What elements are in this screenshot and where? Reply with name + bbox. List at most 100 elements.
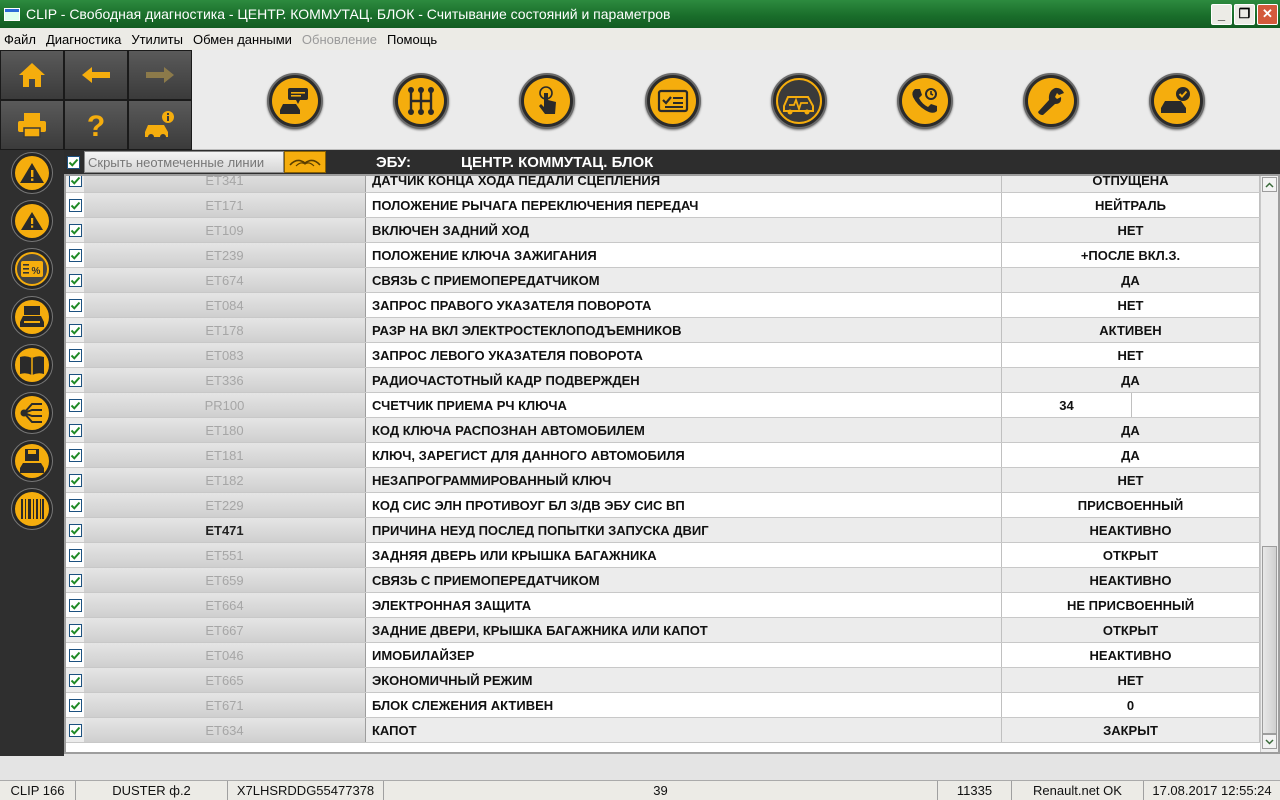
menu-item-0[interactable]: Файл (0, 32, 40, 47)
row-checkbox[interactable] (68, 176, 82, 187)
table-row[interactable]: ET659 СВЯЗЬ С ПРИЕМОПЕРЕДАТЧИКОМ НЕАКТИВНО (66, 568, 1262, 593)
row-checkbox[interactable] (68, 273, 82, 287)
sidebar-vehicle-save-button[interactable] (11, 440, 53, 482)
sidebar-network-button[interactable] (11, 392, 53, 434)
table-row[interactable]: PR100 СЧЕТЧИК ПРИЕМА РЧ КЛЮЧА 34 (66, 393, 1262, 418)
checklist-icon (650, 78, 696, 124)
app-window-icon (4, 7, 20, 21)
vehicle-check-button[interactable] (1149, 73, 1205, 129)
main-panel: Скрыть неотмеченные линии ЭБУ: ЦЕНТР. КО… (64, 150, 1280, 756)
vertical-scrollbar[interactable] (1260, 176, 1278, 752)
help-button[interactable]: ? (64, 100, 128, 150)
forward-button[interactable] (128, 50, 192, 100)
table-row[interactable]: ET664 ЭЛЕКТРОННАЯ ЗАЩИТА НЕ ПРИСВОЕННЫЙ (66, 593, 1262, 618)
vehicle-chat-button[interactable] (267, 73, 323, 129)
row-checkbox[interactable] (68, 248, 82, 262)
row-checkbox[interactable] (68, 398, 82, 412)
minimize-button[interactable]: _ (1211, 3, 1232, 25)
table-row[interactable]: ET084 ЗАПРОС ПРАВОГО УКАЗАТЕЛЯ ПОВОРОТА НЕ… (66, 293, 1262, 318)
row-parameter-name: ЗАПРОС ЛЕВОГО УКАЗАТЕЛЯ ПОВОРОТА (366, 343, 1002, 367)
table-row[interactable]: ET667 ЗАДНИЕ ДВЕРИ, КРЫШКА БАГАЖНИКА ИЛИ … (66, 618, 1262, 643)
table-row[interactable]: ET665 ЭКОНОМИЧНЫЙ РЕЖИМ НЕТ (66, 668, 1262, 693)
row-code: ET659 (84, 568, 366, 592)
table-row[interactable]: ET229 КОД СИС ЭЛН ПРОТИВОУГ БЛ З/ДВ ЭБУ С… (66, 493, 1262, 518)
checkmark-icon (70, 526, 80, 535)
row-parameter-name: СВЯЗЬ С ПРИЕМОПЕРЕДАТЧИКОМ (366, 568, 1002, 592)
row-checkbox[interactable] (68, 548, 82, 562)
wrench-button[interactable] (1023, 73, 1079, 129)
row-checkbox[interactable] (68, 223, 82, 237)
sidebar-manual-book-button[interactable] (11, 344, 53, 386)
table-row[interactable]: ET551 ЗАДНЯЯ ДВЕРЬ ИЛИ КРЫШКА БАГАЖНИКА ОТ… (66, 543, 1262, 568)
row-checkbox[interactable] (68, 573, 82, 587)
table-row[interactable]: ET182 НЕЗАПРОГРАММИРОВАННЫЙ КЛЮЧ НЕТ (66, 468, 1262, 493)
sidebar-warning-small-button[interactable] (11, 200, 53, 242)
table-row[interactable]: ET109 ВКЛЮЧЕН ЗАДНИЙ ХОД НЕТ (66, 218, 1262, 243)
table-row[interactable]: ET171 ПОЛОЖЕНИЕ РЫЧАГА ПЕРЕКЛЮЧЕНИЯ ПЕРЕД… (66, 193, 1262, 218)
row-parameter-name: СВЯЗЬ С ПРИЕМОПЕРЕДАТЧИКОМ (366, 268, 1002, 292)
menu-item-5[interactable]: Помощь (383, 32, 441, 47)
back-button[interactable] (64, 50, 128, 100)
sidebar-barcode-button[interactable] (11, 488, 53, 530)
back-arrow-icon (82, 67, 110, 83)
row-checkbox[interactable] (68, 323, 82, 337)
row-checkbox[interactable] (68, 423, 82, 437)
table-row[interactable]: ET671 БЛОК СЛЕЖЕНИЯ АКТИВЕН 0 (66, 693, 1262, 718)
table-row[interactable]: ET336 РАДИОЧАСТОТНЫЙ КАДР ПОДВЕРЖДЕН ДА (66, 368, 1262, 393)
row-checkbox[interactable] (68, 473, 82, 487)
row-code: ET667 (84, 618, 366, 642)
table-row[interactable]: ET471 ПРИЧИНА НЕУД ПОСЛЕД ПОПЫТКИ ЗАПУСКА… (66, 518, 1262, 543)
checkmark-icon (70, 176, 80, 185)
toolbar-nav-grid: ? (0, 50, 192, 150)
table-row[interactable]: ET180 КОД КЛЮЧА РАСПОЗНАН АВТОМОБИЛЕМ ДА (66, 418, 1262, 443)
checklist-button[interactable] (645, 73, 701, 129)
row-checkbox[interactable] (68, 648, 82, 662)
gearbox-button[interactable] (393, 73, 449, 129)
table-row[interactable]: ET674 СВЯЗЬ С ПРИЕМОПЕРЕДАТЧИКОМ ДА (66, 268, 1262, 293)
row-checkbox[interactable] (68, 498, 82, 512)
home-button[interactable] (0, 50, 64, 100)
print-button[interactable] (0, 100, 64, 150)
table-row[interactable]: ET634 КАПОТ ЗАКРЫТ (66, 718, 1262, 743)
row-checkbox[interactable] (68, 623, 82, 637)
row-checkbox[interactable] (68, 298, 82, 312)
hide-unchecked-lines-button[interactable]: Скрыть неотмеченные линии (84, 151, 284, 173)
close-button[interactable]: ✕ (1257, 3, 1278, 25)
row-checkbox-cell (66, 393, 84, 417)
hide-unchecked-checkbox[interactable] (67, 155, 80, 169)
table-row[interactable]: ET178 РАЗР НА ВКЛ ЭЛЕКТРОСТЕКЛОПОДЪЕМНИКО… (66, 318, 1262, 343)
scroll-up-button[interactable] (1262, 177, 1277, 192)
table-row[interactable]: ET083 ЗАПРОС ЛЕВОГО УКАЗАТЕЛЯ ПОВОРОТА НЕТ (66, 343, 1262, 368)
scrollbar-thumb[interactable] (1262, 546, 1277, 734)
sidebar-parameters-percent-button[interactable]: % (11, 248, 53, 290)
menu-item-2[interactable]: Утилиты (127, 32, 187, 47)
vehicle-info-button[interactable] (128, 100, 192, 150)
table-row[interactable]: ET181 КЛЮЧ, ЗАРЕГИСТ ДЛЯ ДАННОГО АВТОМОБИ… (66, 443, 1262, 468)
row-checkbox[interactable] (68, 373, 82, 387)
menu-item-1[interactable]: Диагностика (42, 32, 125, 47)
network-icon (15, 396, 49, 430)
menu-item-3[interactable]: Обмен данными (189, 32, 296, 47)
sidebar-vehicle-screen-button[interactable] (11, 296, 53, 338)
row-checkbox-cell (66, 368, 84, 392)
diagnostic-car-button[interactable] (771, 73, 827, 129)
row-checkbox[interactable] (68, 348, 82, 362)
checkmark-icon (70, 426, 80, 435)
table-row[interactable]: ET341 ДАТЧИК КОНЦА ХОДА ПЕДАЛИ СЦЕПЛЕНИЯ О… (66, 176, 1262, 193)
row-checkbox[interactable] (68, 448, 82, 462)
row-checkbox[interactable] (68, 598, 82, 612)
scroll-down-button[interactable] (1262, 734, 1277, 749)
maximize-button[interactable]: ❐ (1234, 3, 1255, 25)
phone-support-button[interactable] (897, 73, 953, 129)
logo-toggle-button[interactable] (284, 151, 326, 173)
row-checkbox[interactable] (68, 198, 82, 212)
row-checkbox[interactable] (68, 523, 82, 537)
row-checkbox[interactable] (68, 698, 82, 712)
row-checkbox[interactable] (68, 723, 82, 737)
touch-button[interactable] (519, 73, 575, 129)
row-checkbox[interactable] (68, 673, 82, 687)
sidebar-warning-button[interactable] (11, 152, 53, 194)
table-row[interactable]: ET239 ПОЛОЖЕНИЕ КЛЮЧА ЗАЖИГАНИЯ +ПОСЛЕ ВКЛ… (66, 243, 1262, 268)
table-row[interactable]: ET046 ИМОБИЛАЙЗЕР НЕАКТИВНО (66, 643, 1262, 668)
row-code: ET109 (84, 218, 366, 242)
